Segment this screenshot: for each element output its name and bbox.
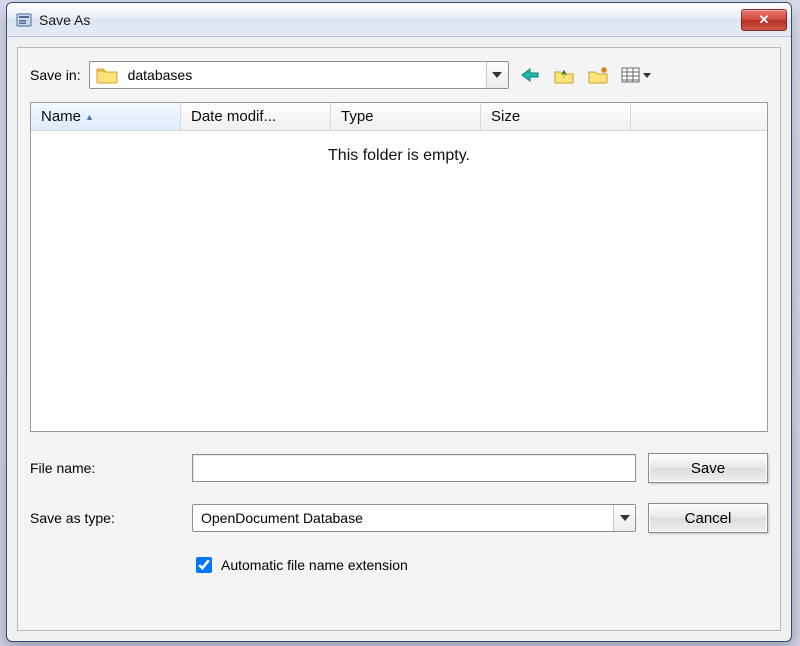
up-folder-icon [553,66,575,84]
sort-ascending-icon: ▲ [85,112,94,122]
column-type[interactable]: Type [331,103,481,130]
window-title: Save As [39,12,741,28]
folder-icon [96,66,118,84]
empty-folder-message: This folder is empty. [328,147,470,165]
save-as-type-value: OpenDocument Database [193,510,613,526]
file-name-input[interactable] [192,454,636,482]
new-folder-button[interactable] [585,62,611,88]
file-list-body[interactable]: This folder is empty. [31,131,767,431]
back-button[interactable] [517,62,543,88]
column-size[interactable]: Size [481,103,631,130]
view-menu-icon [621,66,651,84]
bottom-form: File name: Save Save as type: OpenDocume… [30,450,768,580]
save-as-type-combo[interactable]: OpenDocument Database [192,504,636,532]
column-date-label: Date modif... [191,108,276,125]
chevron-down-icon [492,72,502,78]
column-size-label: Size [491,108,520,125]
auto-extension-checkbox[interactable]: Automatic file name extension [192,554,636,576]
up-one-level-button[interactable] [551,62,577,88]
column-name-label: Name [41,108,81,125]
file-list: Name ▲ Date modif... Type Size This fold… [30,102,768,432]
new-folder-icon [587,66,609,84]
chevron-down-icon [620,515,630,521]
save-in-folder-name: databases [124,67,486,83]
column-date-modified[interactable]: Date modif... [181,103,331,130]
close-icon: ✕ [759,12,770,28]
save-in-label: Save in: [30,67,81,83]
file-name-label: File name: [30,460,180,476]
save-as-dialog: Save As ✕ Save in: databases [6,2,792,642]
save-in-dropdown-button[interactable] [486,62,508,88]
save-as-type-label: Save as type: [30,510,180,526]
close-button[interactable]: ✕ [741,9,787,31]
view-menu-button[interactable] [619,62,653,88]
save-in-combo[interactable]: databases [89,61,509,89]
auto-extension-label: Automatic file name extension [221,557,408,573]
cancel-button[interactable]: Cancel [648,503,768,533]
column-spacer [631,103,767,130]
auto-extension-checkbox-input[interactable] [196,557,212,573]
column-type-label: Type [341,108,374,125]
save-button[interactable]: Save [648,453,768,483]
dialog-body: Save in: databases [17,47,781,631]
titlebar: Save As ✕ [7,3,791,37]
column-name[interactable]: Name ▲ [31,103,181,130]
column-headers: Name ▲ Date modif... Type Size [31,103,767,131]
app-icon [15,11,33,29]
back-arrow-icon [520,67,540,83]
save-as-type-dropdown-button[interactable] [613,505,635,531]
location-row: Save in: databases [30,58,768,92]
